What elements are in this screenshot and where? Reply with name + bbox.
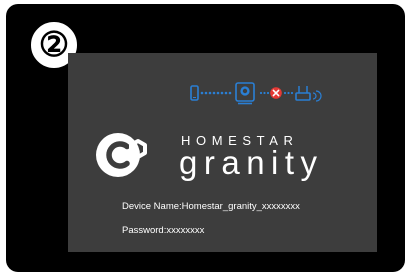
instruction-frame: ② HOMESTAR granity Device Name:Homestar_… [6,4,405,272]
dotted-link-error-router [283,91,294,95]
granity-logo-icon [96,133,147,177]
password-text: Password:xxxxxxxx [122,225,205,236]
device-name-text: Device Name:Homestar_granity_xxxxxxxx [122,201,300,212]
connection-status-diagram [190,82,322,105]
dotted-link-device-error [259,91,270,95]
brand-main-text: granity [179,144,324,181]
device-icon [235,82,255,105]
error-icon [270,87,282,99]
dotted-link-phone-device [200,91,232,95]
device-screen: HOMESTAR granity Device Name:Homestar_gr… [68,53,377,252]
phone-icon [190,85,199,101]
router-icon [295,86,322,102]
